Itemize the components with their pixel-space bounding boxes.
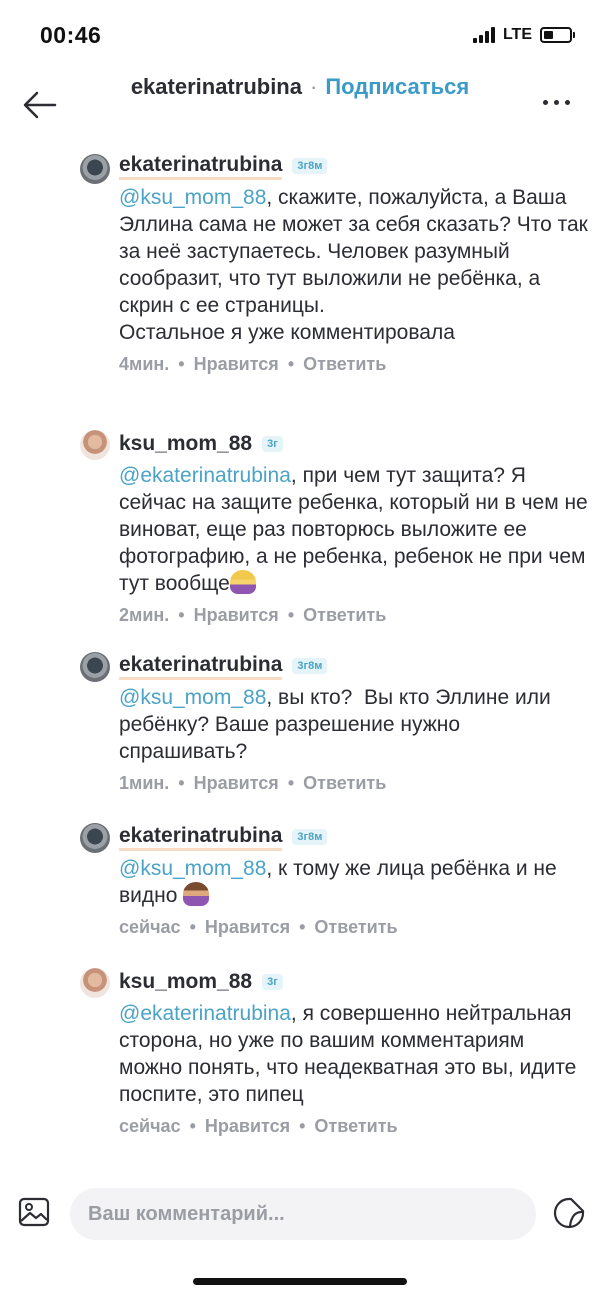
like-button[interactable]: Нравится (194, 773, 279, 794)
subscribe-button[interactable]: Подписаться (325, 74, 469, 99)
comment-meta: сейчас • Нравится • Ответить (119, 917, 398, 938)
comment-username[interactable]: ksu_mom_88 (119, 970, 252, 994)
mention-link[interactable]: @ekaterinatrubina (119, 1002, 291, 1025)
account-age-badge: 3г8м (292, 158, 328, 174)
comment-meta: 1мин. • Нравится • Ответить (119, 773, 387, 794)
status-bar: 00:46 LTE (0, 0, 600, 70)
woman-tipping-hand-emoji (229, 570, 256, 594)
mention-link[interactable]: @ekaterinatrubina (119, 464, 291, 487)
avatar[interactable] (80, 968, 110, 998)
comment-meta: сейчас • Нравится • Ответить (119, 1116, 398, 1137)
nav-bar: ekaterinatrubina · Подписаться (0, 64, 600, 146)
reply-button[interactable]: Ответить (303, 605, 386, 626)
like-button[interactable]: Нравится (205, 917, 290, 938)
comment-text: @ksu_mom_88, к тому же лица ребёнка и не… (119, 857, 563, 907)
comment-text: @ksu_mom_88, вы кто? Вы кто Эллине или р… (119, 686, 557, 763)
like-button[interactable]: Нравится (194, 605, 279, 626)
like-button[interactable]: Нравится (194, 354, 279, 375)
mention-link[interactable]: @ksu_mom_88 (119, 857, 266, 880)
comment-username[interactable]: ekaterinatrubina (119, 823, 283, 851)
comment-time: 4мин. (119, 354, 170, 374)
network-type: LTE (502, 26, 532, 43)
more-horizontal-icon[interactable] (543, 100, 570, 105)
comment-input[interactable] (70, 1188, 536, 1240)
comment-time: 1мин. (119, 773, 170, 793)
home-indicator[interactable] (193, 1278, 407, 1285)
comment-composer (0, 1180, 600, 1250)
nav-title: ekaterinatrubina · Подписаться (0, 74, 600, 100)
nav-separator: · (309, 74, 318, 99)
battery-icon (540, 27, 575, 43)
comment-meta: 2мин. • Нравится • Ответить (119, 605, 387, 626)
comment-username[interactable]: ekaterinatrubina (119, 152, 283, 180)
avatar[interactable] (80, 430, 110, 460)
comment-text: @ekaterinatrubina, при чем тут защита? Я… (119, 464, 594, 595)
comment-meta: 4мин. • Нравится • Ответить (119, 354, 387, 375)
mention-link[interactable]: @ksu_mom_88 (119, 686, 266, 709)
mention-link[interactable]: @ksu_mom_88 (119, 186, 266, 209)
like-button[interactable]: Нравится (205, 1116, 290, 1137)
status-indicators: LTE (472, 26, 575, 44)
reply-button[interactable]: Ответить (314, 1116, 397, 1137)
avatar[interactable] (80, 823, 110, 853)
account-age-badge: 3г8м (292, 658, 328, 674)
sticker-icon[interactable] (552, 1196, 586, 1230)
account-age-badge: 3г8м (292, 829, 328, 845)
status-time: 00:46 (40, 22, 102, 48)
comment-text: @ekaterinatrubina, я совершенно нейтраль… (119, 1002, 583, 1106)
avatar[interactable] (80, 652, 110, 682)
nav-username[interactable]: ekaterinatrubina (131, 74, 302, 99)
comment-time: сейчас (119, 917, 181, 937)
reply-button[interactable]: Ответить (303, 354, 386, 375)
account-age-badge: 3г (262, 974, 283, 990)
account-age-badge: 3г (262, 436, 283, 452)
comment-time: 2мин. (119, 605, 170, 625)
comment-time: сейчас (119, 1116, 181, 1136)
comment-text: @ksu_mom_88, скажите, пожалуйста, а Ваша… (119, 186, 588, 344)
signal-icon (472, 27, 495, 43)
avatar[interactable] (80, 154, 110, 184)
reply-button[interactable]: Ответить (314, 917, 397, 938)
comment-username[interactable]: ksu_mom_88 (119, 432, 252, 456)
image-icon[interactable] (18, 1196, 50, 1228)
comment-username[interactable]: ekaterinatrubina (119, 652, 283, 680)
reply-button[interactable]: Ответить (303, 773, 386, 794)
woman-emoji (183, 882, 210, 906)
